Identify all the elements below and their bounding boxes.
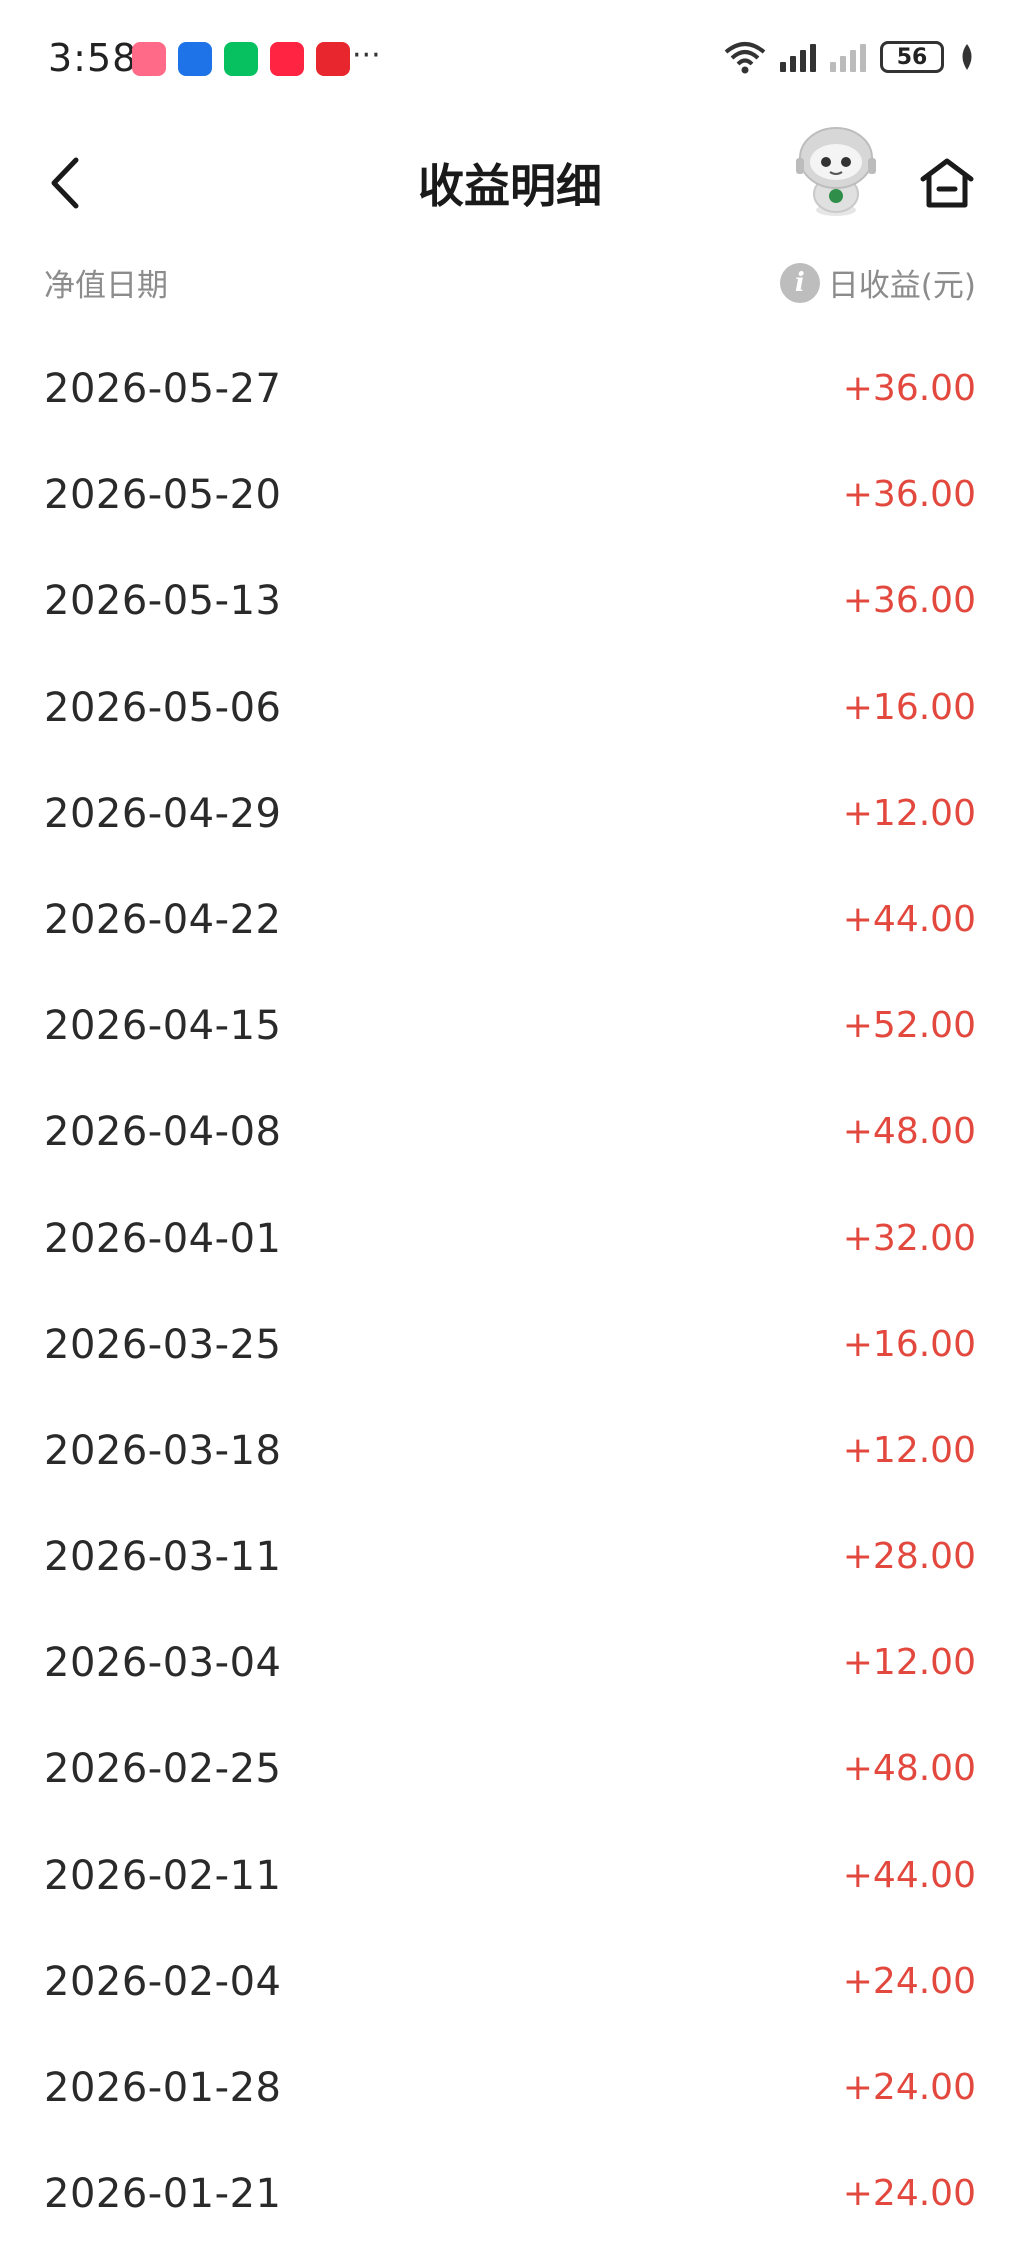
leaf-icon bbox=[962, 44, 972, 70]
row-date: 2026-03-18 bbox=[44, 1427, 282, 1474]
row-amount: +12.00 bbox=[842, 1642, 976, 1684]
row-date: 2026-01-28 bbox=[44, 2065, 282, 2111]
signal-2-icon bbox=[830, 42, 866, 72]
row-date: 2026-04-01 bbox=[44, 1215, 282, 1262]
row-date: 2026-02-25 bbox=[44, 1746, 282, 1793]
row-amount: +24.00 bbox=[842, 2067, 976, 2108]
home-button[interactable] bbox=[912, 138, 982, 228]
earnings-column-label[interactable]: i 日收益(元) bbox=[779, 260, 976, 305]
row-amount: +16.00 bbox=[842, 1323, 976, 1365]
row-date: 2026-05-13 bbox=[44, 578, 282, 625]
list-item[interactable]: 2026-04-22 +44.00 bbox=[0, 869, 1020, 975]
list-item[interactable]: 2026-03-04 +12.00 bbox=[0, 1612, 1020, 1718]
row-date: 2026-05-27 bbox=[44, 366, 282, 412]
list-item[interactable]: 2026-03-11 +28.00 bbox=[0, 1506, 1020, 1612]
row-date: 2026-05-20 bbox=[44, 472, 282, 519]
row-date: 2026-04-15 bbox=[44, 1003, 282, 1050]
nav-header: 收益明细 bbox=[0, 120, 1020, 250]
row-amount: +28.00 bbox=[842, 1536, 976, 1578]
row-amount: +44.00 bbox=[842, 898, 976, 940]
row-amount: +36.00 bbox=[842, 368, 976, 409]
list-item[interactable]: 2026-04-01 +32.00 bbox=[0, 1188, 1020, 1294]
earnings-column-text: 日收益(元) bbox=[827, 268, 976, 304]
row-amount: +32.00 bbox=[842, 1217, 976, 1259]
wifi-icon bbox=[724, 42, 766, 74]
battery-icon: 56 bbox=[880, 41, 944, 73]
notification-icons bbox=[132, 42, 350, 76]
red-app-icon bbox=[132, 42, 166, 76]
date-column-label: 净值日期 bbox=[44, 268, 168, 304]
info-icon[interactable]: i bbox=[779, 262, 820, 303]
red-yellow-app-icon bbox=[316, 42, 350, 76]
list-item[interactable]: 2026-03-25 +16.00 bbox=[0, 1294, 1020, 1400]
row-amount: +48.00 bbox=[842, 1748, 976, 1790]
list-item[interactable]: 2026-03-18 +12.00 bbox=[0, 1400, 1020, 1506]
row-amount: +16.00 bbox=[842, 686, 976, 728]
robot-mascot-icon[interactable] bbox=[788, 120, 884, 220]
row-date: 2026-03-25 bbox=[44, 1321, 282, 1368]
earnings-list: 2026-05-27 +36.00 2026-05-20 +36.00 2026-05-… bbox=[0, 338, 1020, 2249]
list-item[interactable]: 2026-05-13 +36.00 bbox=[0, 550, 1020, 656]
row-amount: +48.00 bbox=[842, 1111, 976, 1153]
more-notifications: ··· bbox=[352, 38, 381, 73]
row-date: 2026-04-08 bbox=[44, 1109, 282, 1156]
home-icon bbox=[920, 158, 974, 208]
wechat-icon bbox=[224, 42, 258, 76]
list-item[interactable]: 2026-01-21 +24.00 bbox=[0, 2143, 1020, 2249]
row-amount: +24.00 bbox=[842, 2173, 976, 2215]
row-date: 2026-02-04 bbox=[44, 1958, 282, 2005]
row-amount: +44.00 bbox=[842, 1854, 976, 1896]
blue-download-app-icon bbox=[178, 42, 212, 76]
list-item[interactable]: 2026-02-25 +48.00 bbox=[0, 1718, 1020, 1824]
list-item[interactable]: 2026-02-11 +44.00 bbox=[0, 1825, 1020, 1931]
signal-icon bbox=[780, 42, 816, 72]
list-item[interactable]: 2026-04-08 +48.00 bbox=[0, 1081, 1020, 1187]
row-date: 2026-01-21 bbox=[44, 2171, 282, 2218]
status-time: 3:58 bbox=[48, 36, 138, 80]
column-header: 净值日期 i 日收益(元) bbox=[0, 250, 1020, 310]
status-right: 56 bbox=[724, 40, 976, 74]
list-item[interactable]: 2026-05-27 +36.00 bbox=[0, 338, 1020, 444]
list-item[interactable]: 2026-05-20 +36.00 bbox=[0, 444, 1020, 550]
list-item[interactable]: 2026-04-15 +52.00 bbox=[0, 975, 1020, 1081]
row-amount: +36.00 bbox=[842, 474, 976, 516]
row-date: 2026-04-22 bbox=[44, 896, 282, 943]
row-date: 2026-04-29 bbox=[44, 790, 282, 837]
list-item[interactable]: 2026-01-28 +24.00 bbox=[0, 2037, 1020, 2143]
row-date: 2026-03-04 bbox=[44, 1640, 282, 1687]
row-date: 2026-02-11 bbox=[44, 1852, 282, 1899]
xiaohongshu-icon bbox=[270, 42, 304, 76]
row-amount: +24.00 bbox=[842, 1960, 976, 2002]
row-amount: +12.00 bbox=[842, 792, 976, 834]
list-item[interactable]: 2026-04-29 +12.00 bbox=[0, 763, 1020, 869]
row-amount: +12.00 bbox=[842, 1429, 976, 1471]
row-amount: +36.00 bbox=[842, 580, 976, 622]
list-item[interactable]: 2026-02-04 +24.00 bbox=[0, 1931, 1020, 2037]
row-date: 2026-05-06 bbox=[44, 684, 282, 731]
status-bar: 3:58 ··· 56 bbox=[0, 0, 1020, 120]
row-amount: +52.00 bbox=[842, 1005, 976, 1047]
row-date: 2026-03-11 bbox=[44, 1534, 282, 1581]
list-item[interactable]: 2026-05-06 +16.00 bbox=[0, 657, 1020, 763]
